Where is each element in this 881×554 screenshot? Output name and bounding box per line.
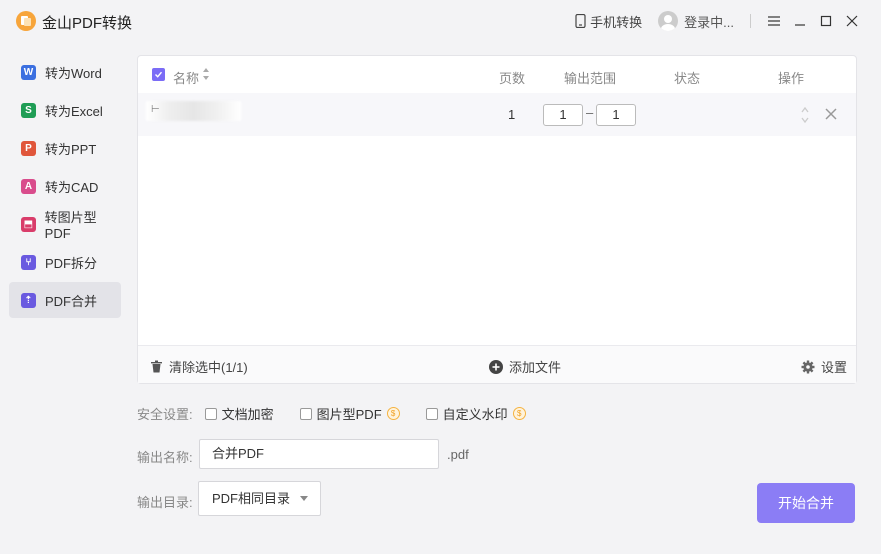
login-label: 登录中... [684,14,734,30]
column-header-status: 状态 [674,71,701,86]
maximize-button[interactable] [813,10,839,32]
sidebar-item-label: 转图片型PDF [44,210,97,241]
divider [750,14,751,28]
security-options: 安全设置: 文档加密 图片型PDF $ 自定义水印 $ [137,404,526,423]
file-name-redacted [146,101,241,121]
sidebar-item-label: 转为Word [45,65,102,81]
add-file-label: 添加文件 [509,360,562,375]
clear-selected-label: 清除选中(1/1) [169,360,248,375]
watermark-checkbox[interactable]: 自定义水印 $ [425,404,526,423]
sidebar-item-pdf-merge[interactable]: ⇡ PDF合并 [9,282,121,318]
table-row[interactable]: ⊢ 1 1 – 1 [138,93,856,136]
add-file-button[interactable]: 添加文件 [489,357,561,376]
split-icon: ⑂ [21,254,36,270]
excel-icon: S [21,102,36,118]
sidebar-item-word[interactable]: W 转为Word [9,54,121,90]
add-icon [489,359,503,374]
settings-button[interactable]: 设置 [801,357,847,376]
file-name-mark: ⊢ [151,104,160,115]
app-title: 金山PDF转换 [42,15,133,32]
sidebar-item-ppt[interactable]: P 转为PPT [9,130,121,166]
menu-button[interactable] [761,10,787,32]
sidebar-item-image-pdf[interactable]: ⬒ 转图片型PDF [9,206,121,242]
merge-icon: ⇡ [21,292,36,308]
minimize-button[interactable] [787,10,813,32]
reorder-icon[interactable] [800,105,810,125]
sort-icon[interactable] [202,66,210,82]
column-header-pages: 页数 [499,71,526,86]
encrypt-checkbox[interactable]: 文档加密 [204,404,274,423]
avatar [658,11,679,31]
title-bar: 金山PDF转换 手机转换 登录中... [0,0,881,42]
sidebar-item-label: PDF拆分 [45,255,98,271]
start-merge-button[interactable]: 开始合并 [757,483,855,523]
table-header: 名称 页数 输出范围 状态 操作 [138,56,856,93]
image-pdf-checkbox[interactable]: 图片型PDF $ [299,404,400,423]
remove-file-icon[interactable] [823,106,839,122]
file-extension: .pdf [447,447,469,462]
word-icon: W [21,64,36,80]
sidebar-item-pdf-split[interactable]: ⑂ PDF拆分 [9,244,121,280]
column-header-name[interactable]: 名称 [173,68,199,87]
panel-footer: 清除选中(1/1) 添加文件 设置 [138,345,856,383]
close-icon [846,15,858,27]
minimize-icon [795,24,805,26]
output-name-label: 输出名称: [137,450,193,465]
sidebar-item-label: 转为CAD [45,179,99,195]
watermark-label: 自定义水印 [442,407,508,422]
sidebar-item-cad[interactable]: A 转为CAD [9,168,121,204]
chevron-down-icon [300,496,308,501]
page-count: 1 [508,107,516,122]
cad-icon: A [21,178,36,194]
login-button[interactable]: 登录中... [658,11,734,31]
range-from-input[interactable]: 1 [543,104,583,126]
gear-icon [801,360,815,373]
vip-icon: $ [512,407,526,420]
range-to-input[interactable]: 1 [596,104,636,126]
settings-label: 设置 [821,360,848,375]
phone-icon [575,14,586,28]
image-pdf-icon: ⬒ [21,216,36,232]
file-list-panel: 名称 页数 输出范围 状态 操作 ⊢ 1 1 – 1 清除选中(1/1) 添加文… [137,55,857,384]
checkbox-box[interactable] [204,407,217,420]
ppt-icon: P [21,140,36,156]
sidebar-item-excel[interactable]: S 转为Excel [9,92,121,128]
sidebar: W 转为Word S 转为Excel P 转为PPT A 转为CAD ⬒ 转图片… [9,54,121,320]
check-icon [155,71,163,78]
image-pdf-label: 图片型PDF [316,407,382,422]
output-dir-label: 输出目录: [137,495,193,510]
encrypt-label: 文档加密 [221,407,274,422]
column-header-action: 操作 [778,71,805,86]
security-label: 安全设置: [137,407,193,422]
sidebar-item-label: 转为Excel [45,103,103,119]
phone-convert-button[interactable]: 手机转换 [575,12,642,31]
output-name-input[interactable]: 合并PDF [199,439,439,469]
phone-convert-label: 手机转换 [590,14,643,30]
select-all-checkbox[interactable] [152,68,165,81]
sidebar-item-label: 转为PPT [45,141,97,157]
close-button[interactable] [839,10,865,32]
app-logo-icon [16,11,36,31]
output-dir-select[interactable]: PDF相同目录 [198,481,321,516]
vip-icon: $ [386,407,400,420]
sidebar-item-label: PDF合并 [45,293,98,309]
checkbox-box[interactable] [299,407,312,420]
checkbox-box[interactable] [425,407,438,420]
maximize-icon [820,15,832,27]
trash-icon [151,360,162,373]
range-separator: – [586,105,594,120]
clear-selected-button[interactable]: 清除选中(1/1) [150,357,248,376]
column-header-range: 输出范围 [564,71,617,86]
menu-icon [768,16,780,26]
output-dir-value: PDF相同目录 [212,491,291,506]
